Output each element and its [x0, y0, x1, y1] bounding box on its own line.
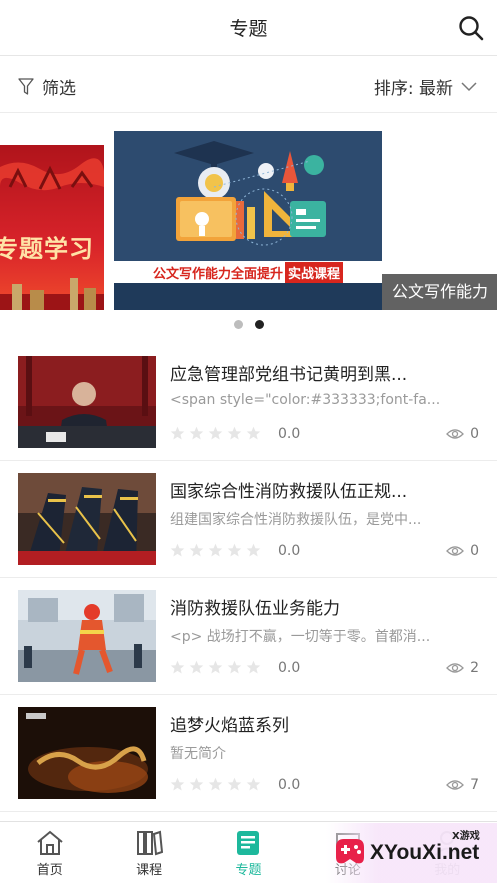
tab-label: 首页: [36, 863, 63, 878]
banner-carousel[interactable]: 专题学习 公文写作能力全面提升 实战课程 公文写作能力: [0, 114, 497, 344]
item-title: 消防救援队伍业务能力: [170, 599, 340, 619]
eye-icon: [446, 546, 464, 556]
app-header: 专题: [0, 0, 497, 56]
cityscape-graphic: [0, 278, 104, 310]
view-count: 0: [446, 426, 479, 442]
slide-footer-strip: [114, 283, 382, 310]
thumbnail-image: [18, 356, 156, 448]
site-watermark: XYouXi.net X游戏: [326, 823, 497, 883]
carousel-dot-active[interactable]: [254, 320, 264, 329]
chevron-down-icon: [461, 81, 477, 91]
search-icon[interactable]: [457, 14, 485, 42]
eye-icon: [446, 780, 464, 790]
tab-label: 课程: [136, 863, 163, 878]
star-icon: [208, 777, 223, 791]
star-icon: [227, 426, 242, 440]
list-item[interactable]: 应急管理部党组书记黄明到黑... <span style="color:#333…: [0, 344, 497, 461]
star-icon: [170, 660, 185, 674]
watermark-text: XYouXi.net: [370, 841, 480, 864]
tab-home[interactable]: 首页: [0, 822, 99, 883]
list-item[interactable]: 消防救援队伍业务能力 <p> 战场打不赢，一切等于零。首都消... 0.0 2: [0, 578, 497, 695]
item-title: 追梦火焰蓝系列: [170, 716, 289, 736]
topic-list: 应急管理部党组书记黄明到黑... <span style="color:#333…: [0, 344, 497, 812]
star-icon: [227, 777, 242, 791]
view-count-value: 0: [470, 543, 479, 559]
star-icon: [170, 777, 185, 791]
star-icon: [170, 426, 185, 440]
star-icon: [189, 426, 204, 440]
gamepad-logo-icon: [336, 839, 364, 864]
filter-label: 筛选: [42, 79, 76, 99]
flags-graphic: [0, 158, 104, 191]
view-count-value: 2: [470, 660, 479, 676]
thumbnail-image: [18, 707, 156, 799]
carousel-slide-current[interactable]: 公文写作能力全面提升 实战课程: [114, 131, 382, 310]
slide-text: 专题学习: [0, 234, 94, 263]
rating-stars: [170, 777, 261, 792]
star-icon: [170, 543, 185, 557]
rating-stars: [170, 543, 261, 558]
slide-banner: 公文写作能力全面提升 实战课程: [114, 261, 382, 283]
item-score: 0.0: [278, 660, 301, 676]
education-illustration: [114, 131, 382, 261]
banner-highlight: 实战课程: [285, 261, 344, 283]
star-icon: [189, 660, 204, 674]
carousel-indicators: [0, 320, 497, 329]
item-description: 暂无简介: [170, 746, 226, 762]
view-count: 2: [446, 660, 479, 676]
sort-dropdown[interactable]: 排序: 最新: [374, 74, 477, 99]
item-score: 0.0: [278, 777, 301, 793]
view-count-value: 0: [470, 426, 479, 442]
slide-caption: 公文写作能力: [382, 274, 497, 310]
item-score: 0.0: [278, 543, 301, 559]
item-score: 0.0: [278, 426, 301, 442]
filter-icon: [18, 77, 34, 95]
banner-text: 公文写作能力全面提升: [152, 266, 283, 282]
watermark-small-text: X游戏: [452, 831, 480, 842]
star-icon: [208, 660, 223, 674]
eye-icon: [446, 663, 464, 673]
rating-stars: [170, 426, 261, 441]
star-icon: [246, 777, 261, 791]
rating-stars: [170, 660, 261, 675]
item-title: 应急管理部党组书记黄明到黑...: [170, 365, 408, 385]
topic-icon: [237, 831, 260, 855]
thumbnail-image: [18, 590, 156, 682]
item-description: 组建国家综合性消防救援队伍，是党中...: [170, 512, 422, 528]
tab-course[interactable]: 课程: [99, 822, 198, 883]
filter-bar: 筛选 排序: 最新: [0, 57, 497, 113]
star-icon: [189, 777, 204, 791]
tab-topic[interactable]: 专题: [199, 822, 298, 883]
view-count: 0: [446, 543, 479, 559]
view-count: 7: [446, 777, 479, 793]
view-count-value: 7: [470, 777, 479, 793]
star-icon: [208, 426, 223, 440]
list-item[interactable]: 国家综合性消防救援队伍正规... 组建国家综合性消防救援队伍，是党中... 0.…: [0, 461, 497, 578]
star-icon: [246, 660, 261, 674]
star-icon: [246, 543, 261, 557]
filter-button[interactable]: 筛选: [18, 74, 76, 99]
thumbnail-image: [18, 473, 156, 565]
carousel-dot[interactable]: [233, 320, 243, 329]
page-title: 专题: [229, 18, 268, 40]
sort-label: 排序: 最新: [373, 79, 453, 99]
home-icon: [37, 830, 63, 855]
star-icon: [246, 426, 261, 440]
list-item[interactable]: 追梦火焰蓝系列 暂无简介 0.0 7: [0, 695, 497, 812]
item-description: <span style="color:#333333;font-fa...: [170, 392, 441, 408]
tab-label: 专题: [235, 863, 262, 878]
star-icon: [189, 543, 204, 557]
item-description: <p> 战场打不赢，一切等于零。首都消...: [170, 629, 431, 645]
star-icon: [227, 543, 242, 557]
eye-icon: [446, 429, 464, 439]
carousel-slide-previous[interactable]: 专题学习: [0, 145, 104, 310]
star-icon: [227, 660, 242, 674]
star-icon: [208, 543, 223, 557]
course-icon: [137, 830, 164, 856]
item-title: 国家综合性消防救援队伍正规...: [170, 482, 408, 502]
